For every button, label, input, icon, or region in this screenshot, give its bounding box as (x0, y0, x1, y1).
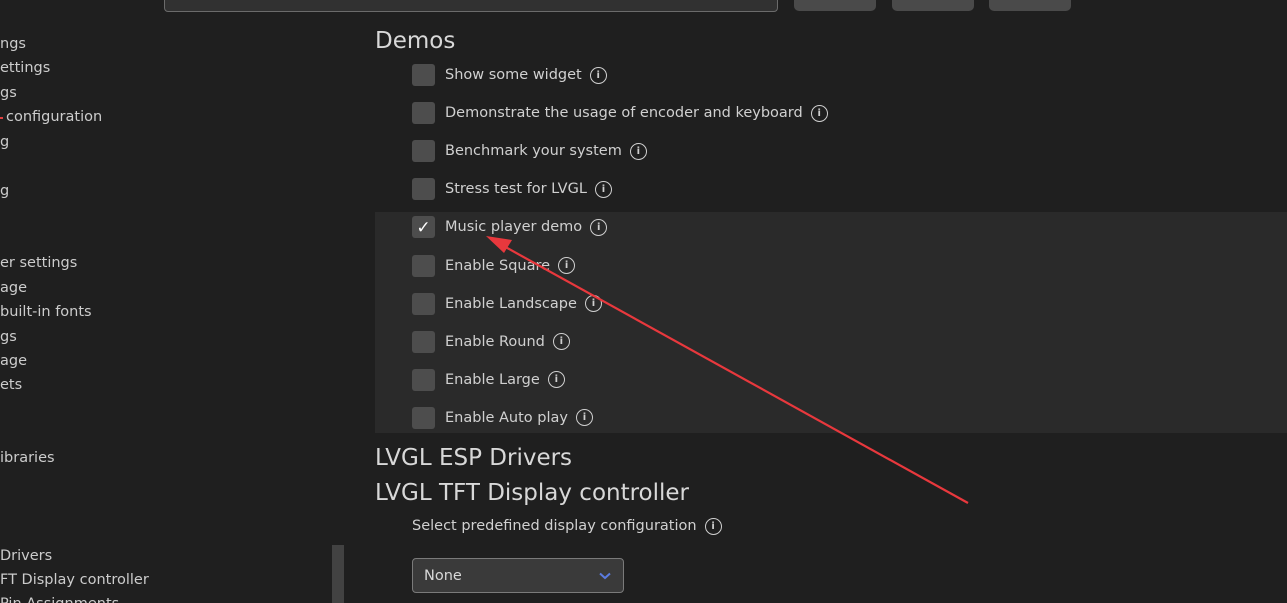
checkbox[interactable] (412, 292, 435, 315)
demo-option-label: Enable Large (445, 371, 540, 388)
chevron-down-icon (599, 572, 611, 579)
toolbar-button[interactable] (794, 0, 876, 11)
demo-option-label: Benchmark your system (445, 143, 622, 160)
demo-option[interactable]: Benchmark your system i (412, 139, 647, 163)
display-config-label: Select predefined display configuration (412, 518, 697, 534)
info-icon[interactable]: i (547, 371, 565, 389)
sidebar-item[interactable]: built-in fonts (0, 303, 92, 321)
sidebar-item[interactable]: ibraries (0, 449, 55, 467)
checkbox[interactable] (412, 64, 435, 86)
modified-marker (0, 117, 3, 119)
info-icon[interactable]: i (552, 333, 570, 351)
demo-option[interactable]: Stress test for LVGL i (412, 177, 612, 201)
sidebar-item[interactable]: ngs (0, 35, 26, 53)
sidebar-item[interactable]: g (0, 182, 9, 200)
checkbox[interactable] (412, 102, 435, 125)
display-config-select[interactable]: None (412, 558, 624, 593)
info-icon[interactable]: i (594, 180, 612, 198)
checkbox[interactable] (412, 368, 435, 391)
info-icon[interactable]: i (629, 142, 647, 160)
sidebar-item[interactable]: ettings (0, 59, 50, 77)
sidebar-item[interactable]: gs (0, 328, 17, 346)
demo-option[interactable]: Enable Large i (412, 368, 565, 392)
search-input[interactable] (164, 0, 778, 12)
info-icon[interactable]: i (584, 295, 602, 313)
demo-option-label: Show some widget (445, 67, 582, 83)
demo-option-label: Enable Auto play (445, 409, 568, 426)
checkbox[interactable] (412, 406, 435, 429)
section-title-demos: Demos (375, 28, 456, 54)
demo-option-label: Stress test for LVGL (445, 181, 587, 198)
demo-option-label: Enable Landscape (445, 295, 577, 312)
sidebar-item[interactable]: ets (0, 376, 22, 394)
demo-option[interactable]: Enable Auto play i (412, 406, 593, 430)
demo-option-label: Demonstrate the usage of encoder and key… (445, 105, 803, 122)
demo-option-label: Enable Round (445, 333, 545, 350)
demo-option[interactable]: Demonstrate the usage of encoder and key… (412, 101, 828, 125)
sidebar-item[interactable]: FT Display controller (0, 571, 149, 589)
info-icon[interactable]: i (590, 218, 608, 236)
sidebar-scrollbar[interactable] (332, 545, 344, 603)
sidebar-item[interactable]: Drivers (0, 547, 52, 565)
checkbox[interactable]: ✓ (412, 216, 435, 239)
sidebar-item[interactable]: age (0, 279, 27, 297)
sidebar-nav: ngs ettings gs configuration g g er sett… (0, 0, 345, 603)
section-title-esp-drivers: LVGL ESP Drivers (375, 445, 573, 471)
section-title-tft-display: LVGL TFT Display controller (375, 480, 690, 506)
demo-option-label: Music player demo (445, 219, 583, 236)
checkbox[interactable] (412, 330, 435, 353)
demo-option[interactable]: Enable Square i (412, 254, 576, 278)
checkbox[interactable] (412, 178, 435, 201)
sidebar-item[interactable]: age (0, 352, 27, 370)
sidebar-item[interactable]: gs (0, 84, 17, 102)
checkbox[interactable] (412, 254, 435, 277)
check-icon: ✓ (416, 218, 431, 239)
demo-option[interactable]: Show some widget i (412, 63, 607, 87)
demo-option[interactable]: ✓ Music player demo i (412, 215, 608, 239)
info-icon[interactable]: i (810, 104, 828, 122)
sidebar-item[interactable]: configuration (6, 108, 102, 126)
sidebar-item[interactable]: Pin Assignments (0, 595, 119, 603)
highlighted-group (375, 212, 1287, 433)
sidebar-item[interactable]: g (0, 133, 9, 151)
select-value: None (424, 567, 462, 584)
toolbar-button[interactable] (892, 0, 974, 11)
demo-option[interactable]: Enable Round i (412, 330, 570, 354)
display-config-label-row: Select predefined display configuration … (412, 514, 722, 538)
checkbox[interactable] (412, 140, 435, 163)
info-icon[interactable]: i (704, 517, 722, 535)
toolbar-button[interactable] (989, 0, 1071, 11)
info-icon[interactable]: i (575, 409, 593, 427)
info-icon[interactable]: i (558, 257, 576, 274)
sidebar-item[interactable]: er settings (0, 254, 77, 272)
demo-option[interactable]: Enable Landscape i (412, 292, 602, 316)
demo-option-label: Enable Square (445, 257, 551, 274)
info-icon[interactable]: i (589, 66, 607, 84)
